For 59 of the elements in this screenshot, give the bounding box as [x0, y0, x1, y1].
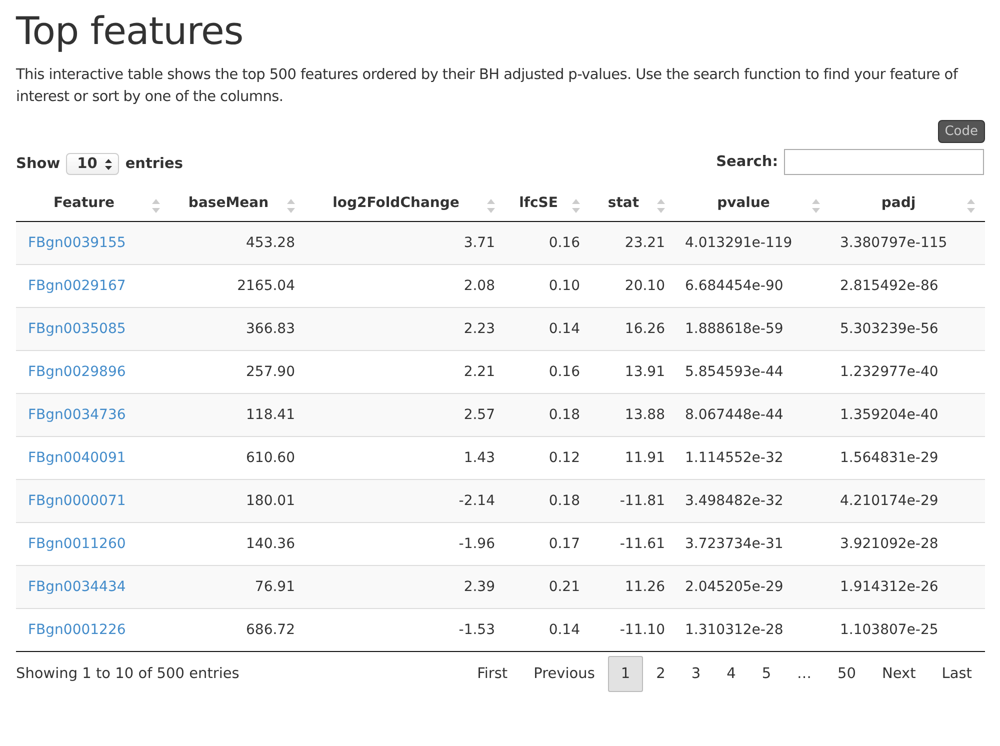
search-field[interactable] — [784, 149, 984, 175]
table-cell: 76.91 — [170, 566, 305, 608]
show-label: Show — [16, 156, 60, 172]
table-cell: 0.18 — [505, 480, 590, 522]
table-cell: 3.498482e-32 — [675, 480, 830, 522]
table-cell: -2.14 — [305, 480, 505, 522]
spinner-icon — [105, 158, 112, 170]
table-cell: 16.26 — [590, 308, 675, 350]
table-cell: 1.103807e-25 — [830, 608, 985, 652]
table-cell: 23.21 — [590, 222, 675, 264]
sort-icon — [572, 199, 580, 213]
table-cell: 11.26 — [590, 566, 675, 608]
table-cell: 3.380797e-115 — [830, 222, 985, 264]
table-cell: 1.310312e-28 — [675, 608, 830, 652]
feature-link[interactable]: FBgn0001226 — [28, 622, 126, 638]
table-cell: 686.72 — [170, 608, 305, 652]
table-cell: 1.914312e-26 — [830, 566, 985, 608]
table-cell: 0.14 — [505, 608, 590, 652]
table-cell: 13.88 — [590, 394, 675, 436]
table-cell: 8.067448e-44 — [675, 394, 830, 436]
table-cell: 2.39 — [305, 566, 505, 608]
table-cell: 0.18 — [505, 394, 590, 436]
feature-link[interactable]: FBgn0040091 — [28, 450, 126, 466]
table-cell: -11.81 — [590, 480, 675, 522]
table-cell: 366.83 — [170, 308, 305, 350]
description-text: This interactive table shows the top 500 features ordered by their BH adjusted p-values. Use the search function to find your feature of interest or sort by one of the columns. — [16, 66, 960, 107]
table-cell: 2.23 — [305, 308, 505, 350]
entries-select[interactable]: 10 — [66, 153, 120, 175]
sort-icon — [287, 199, 295, 213]
table-cell: 4.210174e-29 — [830, 480, 985, 522]
pagination-button[interactable]: 1 — [608, 656, 644, 692]
table-cell: 1.359204e-40 — [830, 394, 985, 436]
search-label: Search: — [716, 154, 778, 170]
feature-link[interactable]: FBgn0029896 — [28, 364, 126, 380]
feature-link[interactable]: FBgn0011260 — [28, 536, 126, 552]
table-cell: 2.045205e-29 — [675, 566, 830, 608]
table-cell: 180.01 — [170, 480, 305, 522]
table-cell: -11.10 — [590, 608, 675, 652]
table-cell: 0.14 — [505, 308, 590, 350]
table-cell: 1.888618e-59 — [675, 308, 830, 350]
sort-icon — [967, 199, 975, 213]
table-cell: 0.21 — [505, 566, 590, 608]
table-cell: 3.71 — [305, 222, 505, 264]
sort-icon — [152, 199, 160, 213]
table-cell: -1.53 — [305, 608, 505, 652]
table-cell: 453.28 — [170, 222, 305, 264]
table-cell: 4.013291e-119 — [675, 222, 830, 264]
table-cell: 118.41 — [170, 394, 305, 436]
page-title: Top features — [16, 8, 244, 54]
sort-icon — [657, 199, 665, 213]
feature-link[interactable]: FBgn0029167 — [28, 278, 126, 294]
entries-label: entries — [125, 156, 183, 172]
table-info: Showing 1 to 10 of 500 entries — [16, 666, 240, 682]
code-button[interactable]: Code — [938, 120, 985, 143]
sort-icon — [487, 199, 495, 213]
table-cell: 0.16 — [505, 222, 590, 264]
table-cell: 2.57 — [305, 394, 505, 436]
sort-icon — [812, 199, 820, 213]
table-cell: 5.303239e-56 — [830, 308, 985, 350]
